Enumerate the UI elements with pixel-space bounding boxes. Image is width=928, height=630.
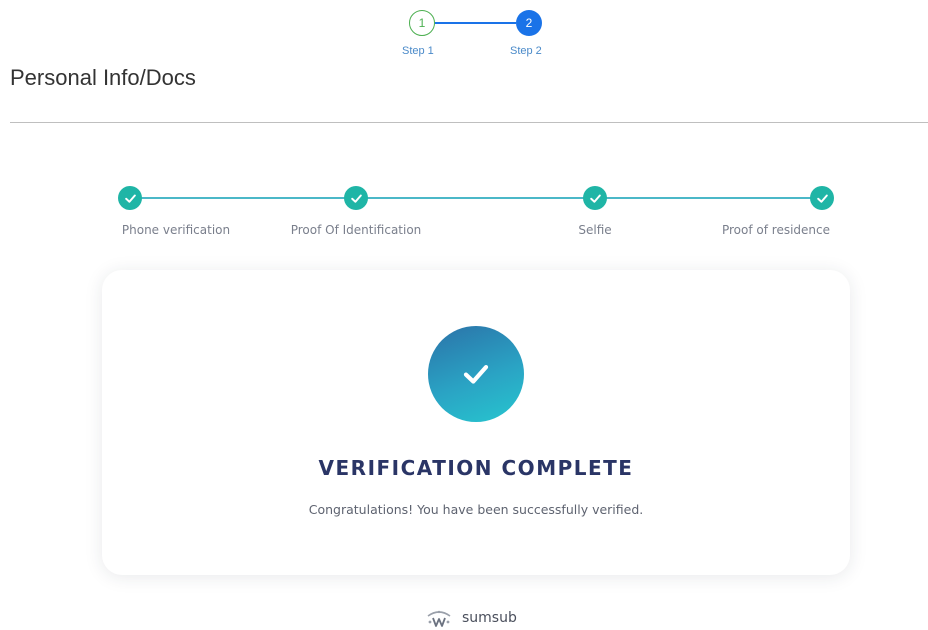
verification-step-identification-label: Proof Of Identification	[290, 223, 422, 237]
sumsub-logo-icon	[427, 610, 451, 627]
page-title: Personal Info/Docs	[10, 65, 196, 90]
card-heading: VERIFICATION COMPLETE	[318, 456, 634, 480]
phone-verification-check-icon	[118, 186, 142, 210]
proof-of-identification-check-icon	[344, 186, 368, 210]
sumsub-brand[interactable]: sumsub	[422, 606, 517, 630]
verification-page: 1 2 Step 1 Step 2 Personal Info/Docs Pho…	[0, 0, 928, 630]
verification-step-residence-label: Proof of residence	[721, 223, 831, 237]
top-stepper-connector	[435, 22, 516, 24]
header-divider	[10, 122, 928, 123]
top-stepper: 1 2 Step 1 Step 2	[400, 8, 560, 58]
top-step-1-label: Step 1	[402, 45, 434, 57]
top-step-2-label: Step 2	[510, 45, 542, 57]
proof-of-residence-check-icon	[810, 186, 834, 210]
verification-progress-line	[130, 197, 822, 199]
selfie-check-icon	[583, 186, 607, 210]
top-step-2-indicator[interactable]: 2	[516, 10, 542, 36]
sumsub-brand-name: sumsub	[462, 610, 517, 626]
verification-complete-card: VERIFICATION COMPLETE Congratulations! Y…	[102, 270, 850, 575]
check-circle-icon	[428, 326, 524, 422]
top-step-1-indicator[interactable]: 1	[409, 10, 435, 36]
verification-step-phone-label: Phone verification	[121, 223, 231, 237]
verification-step-selfie-label: Selfie	[578, 223, 612, 237]
card-message: Congratulations! You have been successfu…	[308, 502, 644, 517]
